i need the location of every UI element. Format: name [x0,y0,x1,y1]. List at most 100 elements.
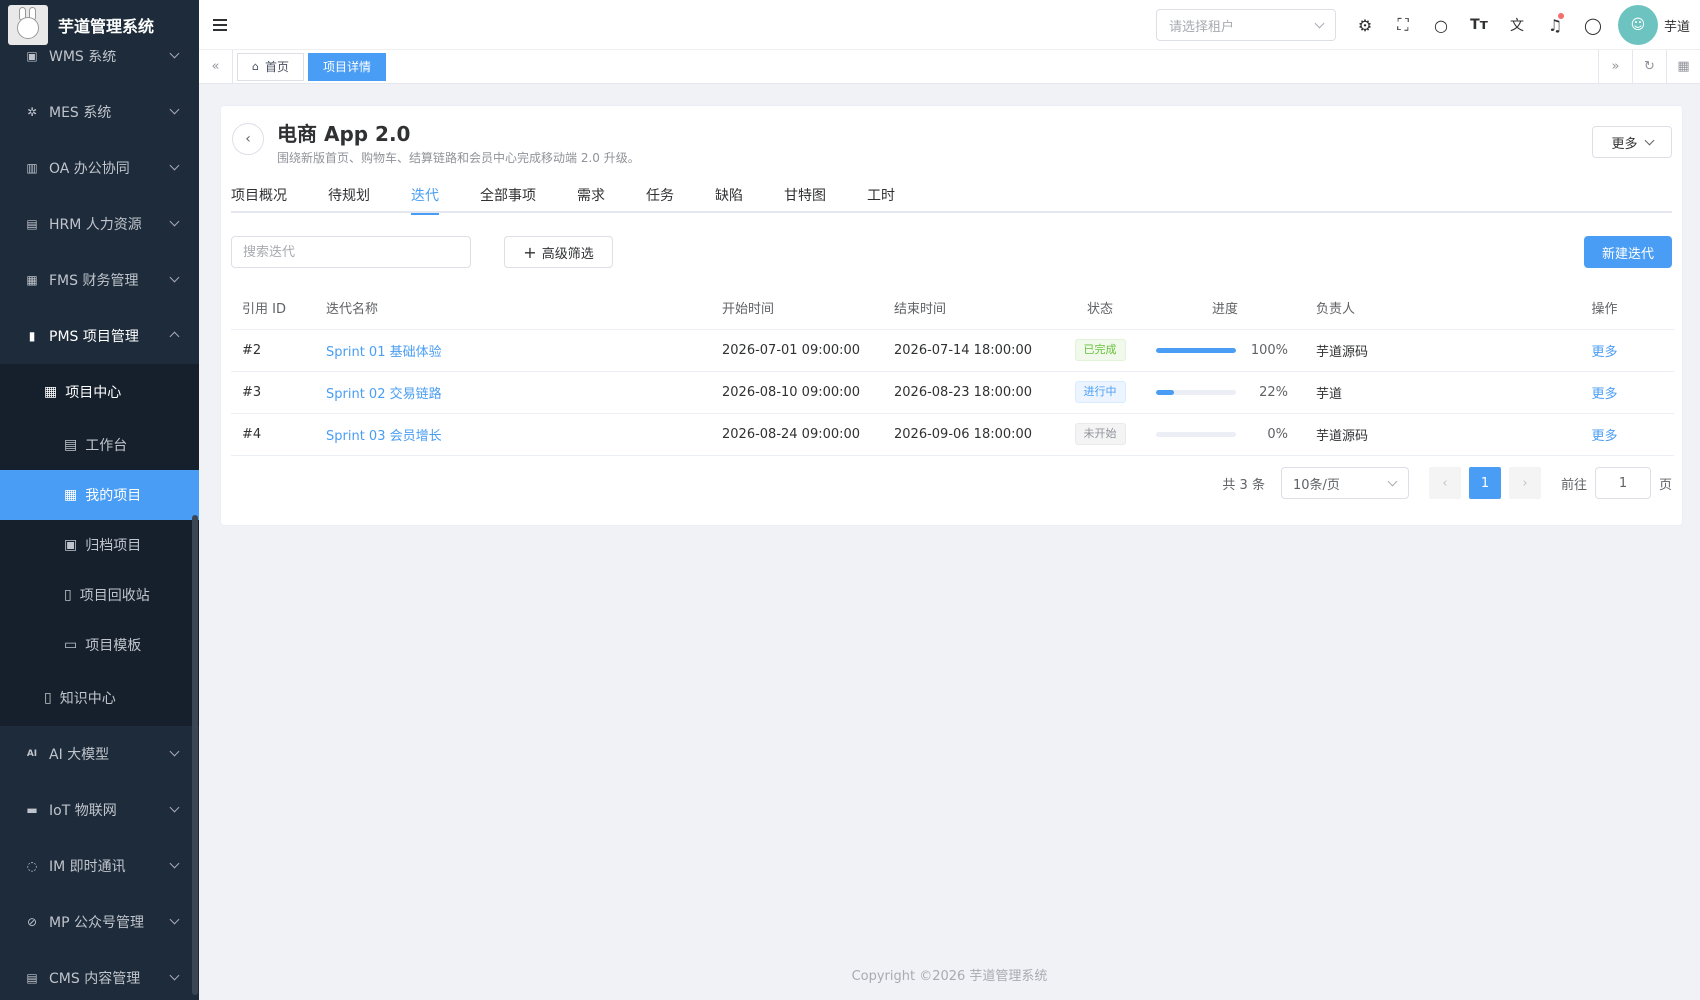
sidebar-item-recycle[interactable]: ▯ 项目回收站 [0,570,199,620]
grid-menu-icon[interactable]: ▦ [1666,49,1700,84]
sidebar-item-my-projects[interactable]: ▦ 我的项目 [0,470,199,520]
start-time: 2026-08-24 09:00:00 [711,413,883,456]
tab-all-items[interactable]: 全部事项 [480,181,536,213]
sidebar-item-project-center[interactable]: ▦ 项目中心 [0,364,199,420]
router-icon: ▬ [26,803,38,817]
sidebar-item-mp[interactable]: ⊘ MP 公众号管理 [0,894,199,950]
back-button[interactable]: ‹ [232,123,264,155]
sidebar: ▣ WMS 系统 ✲ MES 系统 ▥ OA 办公协同 ▤ HRM 人力资源 ▦… [0,0,199,1000]
sidebar-item-template[interactable]: ▭ 项目模板 [0,620,199,670]
clipboard-icon: ▤ [64,437,78,453]
column-header: 迭代名称 [315,287,711,330]
prev-page-button[interactable]: ‹ [1428,467,1461,499]
sidebar-item-im[interactable]: ◌ IM 即时通讯 [0,838,199,894]
goto-page-input[interactable] [1594,467,1651,499]
tab-gantt[interactable]: 甘特图 [784,181,826,213]
tab-worklog[interactable]: 工时 [867,181,895,213]
row-more-link[interactable]: 更多 [1591,429,1617,444]
row-id: #4 [231,413,315,456]
chevron-down-icon [169,160,180,171]
grid-icon: ▦ [44,384,58,400]
bell-icon[interactable]: ♫ [1536,0,1574,50]
owner: 芋道源码 [1305,329,1535,372]
tab-bugs[interactable]: 缺陷 [715,181,743,213]
sidebar-item-label: CMS 内容管理 [49,971,141,987]
doc-icon: ▤ [26,971,38,985]
progress-fill [1156,347,1236,353]
header-actions: 请选择租户 ⚙ ⛶ ○ Tт 文 ♫ ◯ ☺ 芋道 [1155,0,1700,50]
column-header: 引用 ID [231,287,315,330]
chevron-down-icon [169,272,180,283]
table-row[interactable]: #3 Sprint 02 交易链路 2026-08-10 09:00:00 2026-… [231,371,1674,414]
tab-iterations[interactable]: 迭代 [411,181,439,215]
fullscreen-icon[interactable]: ⛶ [1384,0,1422,50]
tab-overview[interactable]: 项目概况 [231,181,287,213]
table-row[interactable]: #4 Sprint 03 会员增长 2026-08-24 09:00:00 2026-… [231,413,1674,456]
sidebar-item-fms[interactable]: ▦ FMS 财务管理 [0,252,199,308]
new-iteration-button[interactable]: 新建迭代 [1584,236,1672,268]
tags-bar: « ⌂ 首页 项目详情 » ↻ ▦ [199,49,1700,84]
column-header: 负责人 [1305,287,1535,330]
page-number-button[interactable]: 1 [1468,467,1501,499]
sidebar-item-workbench[interactable]: ▤ 工作台 [0,420,199,470]
gear-icon[interactable]: ⚙ [1346,0,1384,50]
iteration-name-link[interactable]: Sprint 01 基础体验 [326,345,442,360]
tag-home[interactable]: ⌂ 首页 [237,52,304,81]
sidebar-item-mes[interactable]: ✲ MES 系统 [0,84,199,140]
search-icon[interactable]: ○ [1422,0,1460,50]
owner: 芋道源码 [1305,413,1535,456]
page-size-select[interactable]: 10条/页 [1280,467,1409,499]
tag-project-detail[interactable]: 项目详情 [308,52,387,81]
sidebar-item-hrm[interactable]: ▤ HRM 人力资源 [0,196,199,252]
sidebar-item-label: 项目模板 [85,638,142,654]
plus-icon: + [523,242,537,262]
user-name[interactable]: 芋道 [1664,16,1690,35]
advanced-filter-button[interactable]: + 高级筛选 [504,236,613,268]
tab-tasks[interactable]: 任务 [646,181,674,213]
message-icon[interactable]: ◯ [1574,0,1612,50]
sidebar-item-iot[interactable]: ▬ IoT 物联网 [0,782,199,838]
table-row[interactable]: #2 Sprint 01 基础体验 2026-07-01 09:00:00 2026-… [231,329,1674,372]
archive-icon: ▣ [64,537,78,553]
start-time: 2026-07-01 09:00:00 [711,329,883,372]
money-icon: ▦ [26,273,38,287]
more-dropdown-button[interactable]: 更多 [1592,126,1672,158]
tenant-select[interactable]: 请选择租户 [1155,9,1336,41]
font-size-icon[interactable]: Tт [1460,0,1498,50]
next-page-button[interactable]: › [1508,467,1541,499]
hamburger-icon[interactable] [213,16,227,34]
avatar[interactable]: ☺ [1617,5,1658,45]
refresh-icon[interactable]: ↻ [1632,49,1666,84]
tags-scroll-right-icon[interactable]: » [1598,49,1632,84]
row-more-link[interactable]: 更多 [1591,387,1617,402]
chevron-left-icon: ‹ [245,131,251,147]
chart-icon: ▮ [28,329,36,343]
start-time: 2026-08-10 09:00:00 [711,371,883,414]
tag-label: 项目详情 [323,60,372,74]
status-badge: 未开始 [1074,423,1126,445]
end-time: 2026-09-06 18:00:00 [883,413,1055,456]
progress-text: 22% [1259,384,1288,400]
sidebar-item-archived[interactable]: ▣ 归档项目 [0,520,199,570]
column-header: 开始时间 [711,287,883,330]
iteration-name-link[interactable]: Sprint 02 交易链路 [326,387,442,402]
tab-requirements[interactable]: 需求 [577,181,605,213]
sidebar-item-knowledge[interactable]: ▯ 知识中心 [0,670,199,726]
row-more-link[interactable]: 更多 [1591,345,1617,360]
sidebar-item-pms[interactable]: ▮ PMS 项目管理 [0,308,199,364]
tags-scroll-left-icon[interactable]: « [199,49,233,84]
sidebar-item-cms[interactable]: ▤ CMS 内容管理 [0,950,199,1000]
search-input[interactable] [231,236,471,268]
sidebar-item-oa[interactable]: ▥ OA 办公协同 [0,140,199,196]
sidebar-scrollbar[interactable] [192,515,198,995]
chevron-down-icon [169,48,180,59]
sidebar-item-ai[interactable]: AI AI 大模型 [0,726,199,782]
translate-icon[interactable]: 文 [1498,0,1536,50]
iteration-name-link[interactable]: Sprint 03 会员增长 [326,429,442,444]
sidebar-item-label: 项目回收站 [79,588,150,604]
trash-icon: ▯ [64,587,72,603]
progress-bar: 100% [1156,343,1294,358]
page-size-value: 10条/页 [1292,477,1340,493]
tab-backlog[interactable]: 待规划 [328,181,370,213]
logo-bar[interactable]: 芋道管理系统 [0,0,199,50]
